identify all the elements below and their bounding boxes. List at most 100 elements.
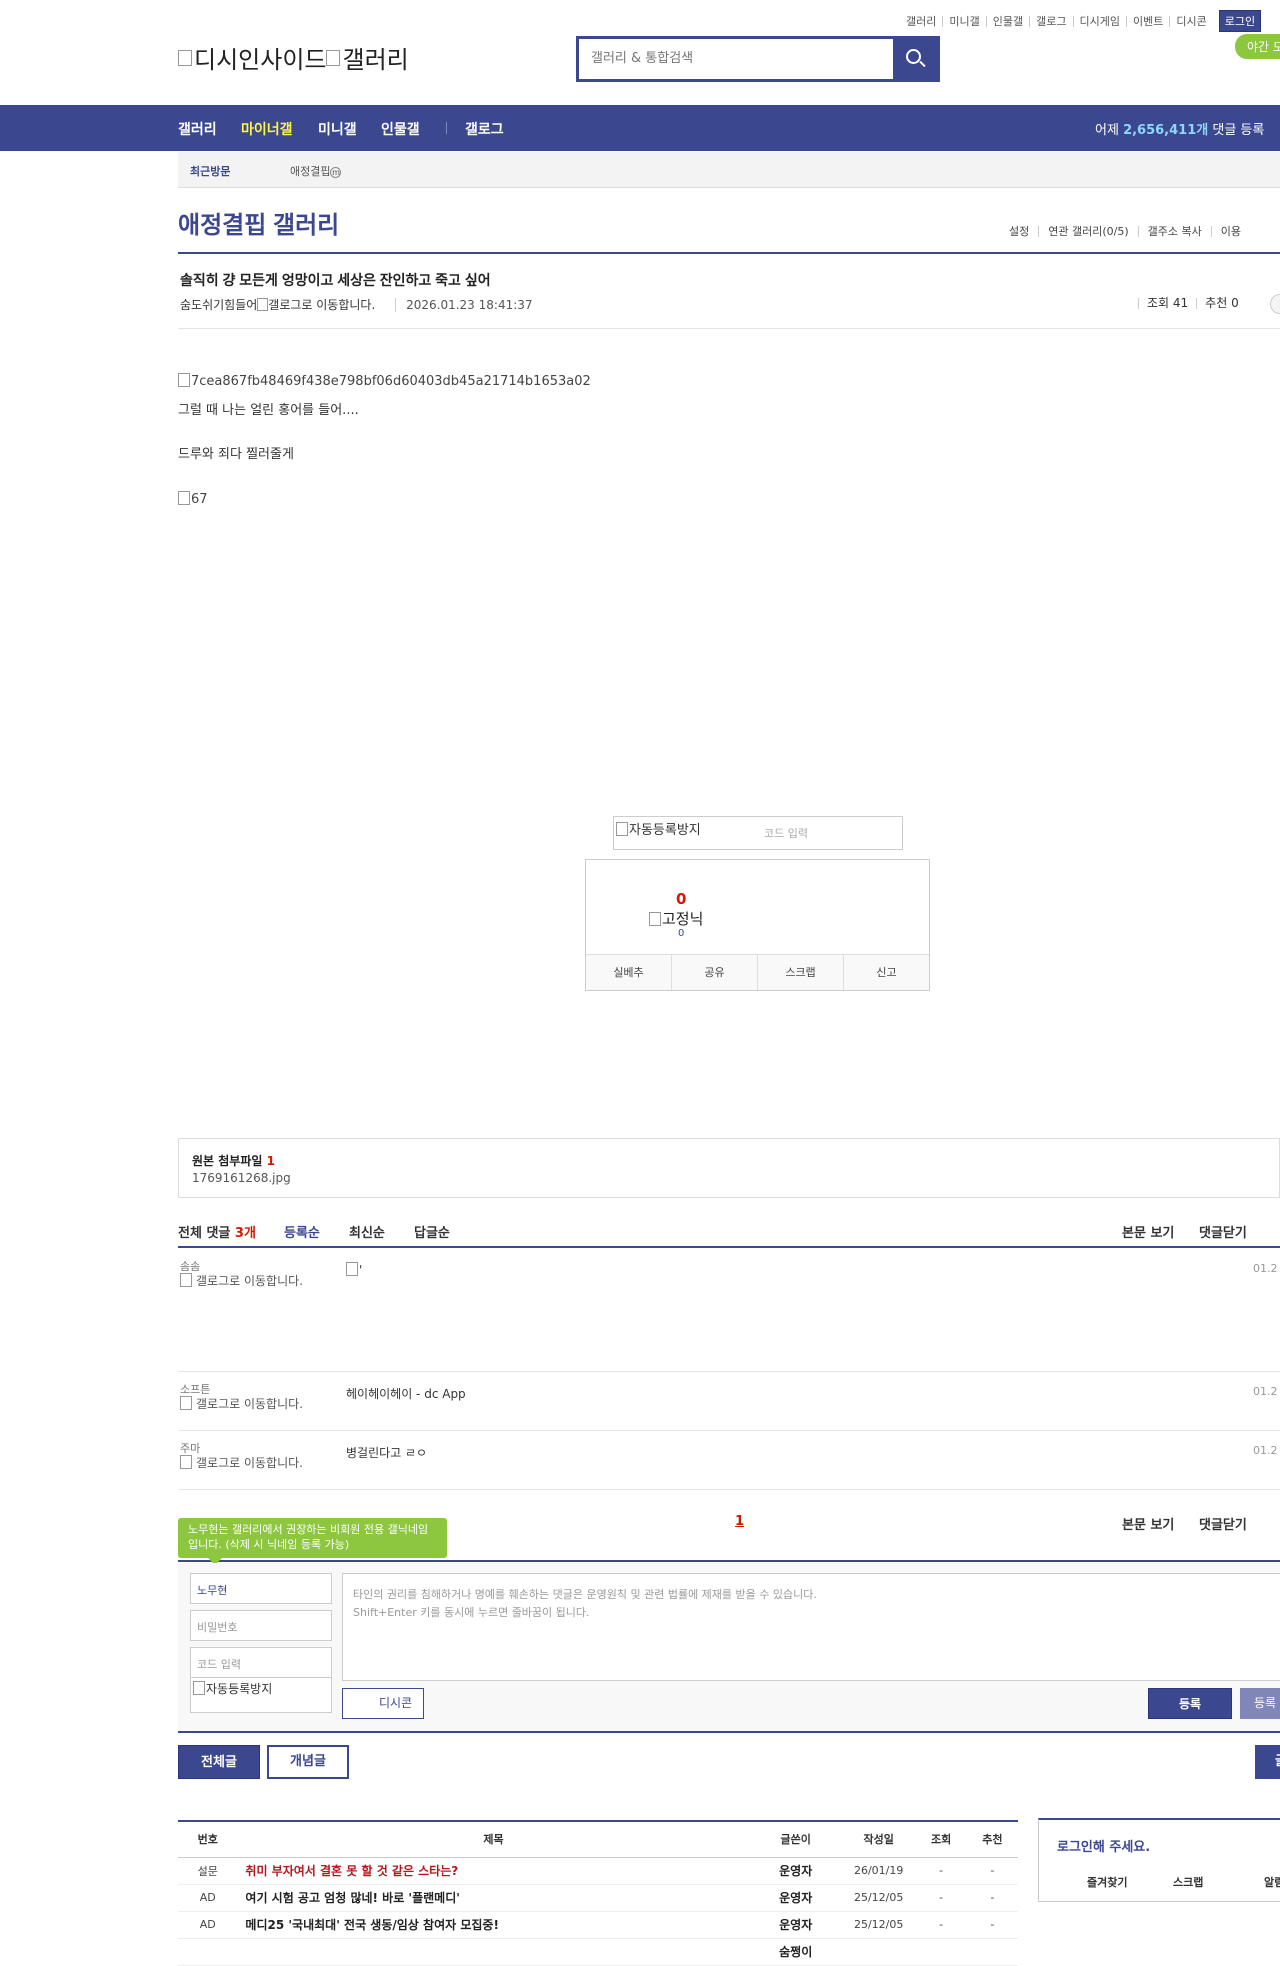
comment-text: 헤이헤이헤이 - dc App [346,1387,466,1401]
broken-image-icon [180,1396,192,1410]
attachment-box: 원본 첨부파일 1 1769161268.jpg [178,1138,1280,1198]
search-button[interactable] [893,39,937,79]
post-author[interactable]: 숨도쉬기힘들어 [180,298,257,312]
site-logo[interactable]: 디시인사이드 갤러리 [178,40,409,75]
fixed-nick-recommend[interactable]: 고정닉 [649,908,703,929]
post-link[interactable]: 취미 부자여서 결혼 못 할 것 같은 스타는? [237,1857,750,1885]
top-link-dcgame[interactable]: 디시게임 [1072,15,1126,27]
recommend-count: 0 [676,890,687,908]
post-date: 2026.01.23 18:41:37 [395,298,533,312]
broken-image-icon [257,298,269,311]
login-button[interactable]: 로그인 [1218,10,1262,32]
scrap-link[interactable]: 스크랩 [1173,1874,1203,1890]
favorites-link[interactable]: 즐겨찾기 [1087,1874,1127,1890]
captcha-image: 자동등록방지 [616,819,701,838]
close-comments-link[interactable]: 댓글닫기 [1199,1514,1247,1533]
col-views: 조회 [915,1821,967,1858]
submit-recommend-button[interactable]: 등록 [1240,1688,1280,1719]
table-row[interactable]: 숨쩡이 [178,1938,1018,1966]
col-date: 작성일 [841,1821,916,1858]
recent-visit-label[interactable]: 최근방문 [190,163,230,179]
top-link-gallog[interactable]: 갤로그 [1029,15,1072,27]
comment-count: 2,656,411개 [1123,123,1209,138]
code-field[interactable]: 코드 입력 [190,1647,332,1678]
sort-registered[interactable]: 등록순 [284,1222,320,1241]
all-posts-button[interactable]: 전체글 [178,1745,260,1779]
post-title: 솔직히 걍 모든게 엉망이고 세상은 잔인하고 죽고 싶어 [180,272,491,288]
scrap-button[interactable]: 스크랩 [757,955,843,990]
view-body-link[interactable]: 본문 보기 [1122,1514,1174,1533]
gallery-tools: 설정 연관 갤러리(0/5) 갤주소 복사 이용 [1000,226,1250,237]
comment-textarea[interactable]: 타인의 권리를 침해하거나 명예를 훼손하는 댓글은 운영원칙 및 관련 법률에… [342,1573,1280,1681]
notification-link[interactable]: 알림 [1264,1874,1280,1890]
comment-nick[interactable]: 솜솜 갤로그로 이동합니다. [180,1260,320,1288]
related-gallery-link[interactable]: 연관 갤러리(0/5) [1038,226,1137,237]
gallery-title[interactable]: 애정결핍 갤러리 [178,205,339,240]
comments-header: 전체 댓글 3개 등록순 최신순 답글순 본문 보기 댓글닫기 [178,1222,1280,1248]
top-link-person[interactable]: 인물갤 [985,15,1029,27]
comment-text: ' [346,1262,362,1277]
top-links: 갤러리 미니갤 인물갤 갤로그 디시게임 이벤트 디시콘 로그인 [900,10,1262,32]
recent-visit-item[interactable]: 애정결핍 m [290,163,342,179]
broken-image-icon [649,912,661,926]
more-icon[interactable] [1270,294,1280,314]
table-header-row: 번호 제목 글쓴이 작성일 조회 추천 [178,1821,1018,1858]
captcha-code-input[interactable]: 코드 입력 [764,825,894,841]
nav-mini-gallery[interactable]: 미니갤 [318,119,357,139]
silbe-recommend-button[interactable]: 실베추 [586,955,671,990]
share-button[interactable]: 공유 [671,955,757,990]
write-button[interactable]: 글 [1255,1745,1280,1779]
nav-divider [446,122,447,134]
comment-row: 솜솜 갤로그로 이동합니다. ' 01.2 [178,1250,1280,1372]
search-input[interactable] [589,45,869,71]
logo-gallery-text: 갤러리 [342,47,409,74]
attachment-title: 원본 첨부파일 1 [192,1154,275,1168]
recommend-captcha: 자동등록방지 코드 입력 [613,816,903,850]
post-recommend: 추천 0 [1196,297,1247,309]
post-image-1: 7cea867fb48469f438e798bf06d60403db45a217… [178,373,591,389]
post-link[interactable]: 여기 시험 공고 엄청 많네! 바로 '플랜메디' [237,1884,750,1912]
recommend-box: 0 고정닉 0 실베추 공유 스크랩 신고 [585,859,930,991]
attachment-file[interactable]: 1769161268.jpg [192,1171,291,1185]
logo-site-text: 디시인사이드 [194,47,327,74]
report-button[interactable]: 신고 [843,955,929,990]
nav-gallery[interactable]: 갤러리 [178,119,217,139]
gallog-link[interactable]: 갤로그로 이동합니다. [268,298,375,312]
table-row[interactable]: AD 여기 시험 공고 엄청 많네! 바로 '플랜메디' 운영자 25/12/0… [178,1884,1018,1912]
login-prompt[interactable]: 로그인해 주세요. [1057,1836,1150,1855]
table-row[interactable]: AD 메디25 '국내최대' 전국 생동/임상 참여자 모집중! 운영자 25/… [178,1911,1018,1939]
comment-nick[interactable]: 소프튼 갤로그로 이동합니다. [180,1383,320,1411]
nav-gallog[interactable]: 갤로그 [465,119,504,139]
comment-write-form: 노무현 비밀번호 코드 입력 자동등록방지 타인의 권리를 침해하거나 명예를 … [178,1563,1280,1733]
nav-minor-gallery[interactable]: 마이너갤 [241,119,293,139]
page-number-current[interactable]: 1 [735,1514,744,1529]
sort-latest[interactable]: 최신순 [349,1222,385,1241]
password-field[interactable]: 비밀번호 [190,1610,332,1641]
post-link[interactable]: 메디25 '국내최대' 전국 생동/임상 참여자 모집중! [237,1911,750,1939]
top-link-mini[interactable]: 미니갤 [942,15,985,27]
nav-person-gallery[interactable]: 인물갤 [381,119,420,139]
name-field[interactable]: 노무현 [190,1573,332,1604]
nav-comment-stats: 어제 2,656,411개 댓글 등록 [1095,123,1265,138]
post-image-2: 67 [178,491,208,507]
submit-button[interactable]: 등록 [1148,1688,1232,1719]
post-link[interactable] [237,1938,750,1966]
view-body-link[interactable]: 본문 보기 [1122,1222,1174,1241]
usage-link[interactable]: 이용 [1210,226,1250,237]
settings-link[interactable]: 설정 [1000,226,1038,237]
concept-posts-button[interactable]: 개념글 [267,1745,349,1779]
sort-replies[interactable]: 답글순 [414,1222,450,1241]
copy-address-link[interactable]: 갤주소 복사 [1137,226,1211,237]
table-row[interactable]: 설문 취미 부자여서 결혼 못 할 것 같은 스타는? 운영자 26/01/19… [178,1857,1018,1885]
search-box [576,36,940,82]
top-link-dccon[interactable]: 디시콘 [1169,15,1212,27]
top-link-gallery[interactable]: 갤러리 [900,16,942,27]
comment-row: 주마 갤로그로 이동합니다. 병걸린다고 ㄹㅇ 01.2 [178,1432,1280,1490]
close-comments-link[interactable]: 댓글닫기 [1199,1222,1247,1241]
comment-row: 소프튼 갤로그로 이동합니다. 헤이헤이헤이 - dc App 01.2 [178,1373,1280,1431]
night-mode-button[interactable]: 야간 모 [1235,34,1280,59]
top-link-event[interactable]: 이벤트 [1125,15,1169,27]
login-box: 로그인해 주세요. 즐겨찾기 스크랩 알림 [1038,1818,1280,1902]
dccon-button[interactable]: 디시콘 [342,1688,424,1719]
comment-nick[interactable]: 주마 갤로그로 이동합니다. [180,1442,320,1470]
